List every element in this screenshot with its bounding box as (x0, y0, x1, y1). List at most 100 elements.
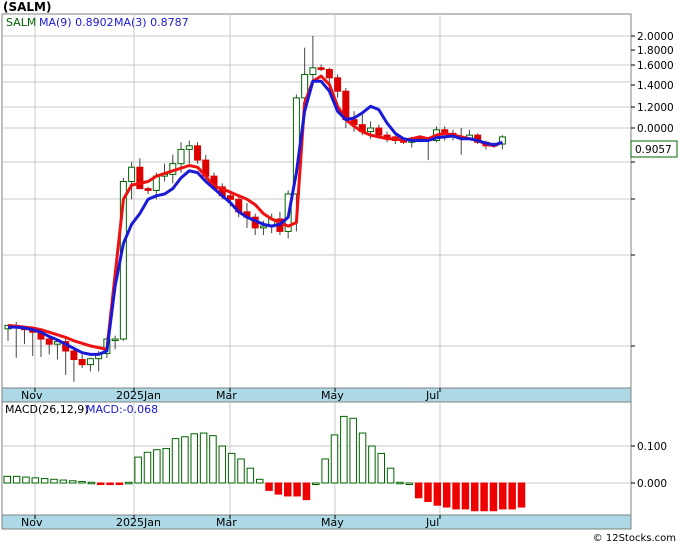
macd-bar-negative (433, 482, 442, 506)
macd-bar-positive (134, 456, 142, 484)
macd-bar-positive (59, 479, 68, 484)
candle-down (45, 338, 53, 345)
macd-bar-positive (209, 435, 217, 484)
macd-bar-positive (312, 482, 320, 485)
macd-bar-negative (414, 482, 423, 499)
macd-bar-positive (31, 477, 40, 484)
macd-bar-positive (22, 476, 30, 484)
candle-up (128, 166, 136, 183)
macd-bar-negative (97, 482, 105, 485)
macd-y-tick-label: 0.100 (637, 441, 667, 453)
macd-bar-positive (162, 448, 170, 484)
macd-y-axis: 0.100 0.000 (631, 441, 667, 490)
macd-bar-negative (499, 482, 507, 510)
macd-bar-negative (452, 482, 460, 510)
legend-macd-value: MACD:-0.068 (86, 403, 158, 416)
macd-x-tick-label: May (321, 516, 344, 529)
legend-symbol: SALM (6, 16, 36, 29)
candle-down (136, 166, 144, 190)
price-panel (1, 13, 632, 389)
macd-bar-positive (143, 451, 152, 484)
macd-bar-positive (386, 467, 395, 484)
price-x-tick-label: 2025Jan (116, 389, 161, 402)
macd-bar-positive (255, 478, 264, 484)
macd-bar-positive (68, 480, 77, 484)
macd-bar-negative (106, 482, 114, 485)
macd-bar-positive (237, 458, 245, 484)
macd-bar-positive (349, 417, 357, 484)
macd-x-tick-label: Jul (425, 516, 439, 529)
macd-bar-positive (87, 481, 96, 485)
macd-bar-negative (489, 482, 498, 512)
price-date-strip (1, 387, 632, 403)
macd-bar-positive (396, 481, 404, 485)
price-y-tick-label: 1.2000 (637, 102, 674, 114)
candle-down (383, 134, 391, 138)
legend-macd-params: MACD(26,12,9) (5, 403, 89, 416)
macd-bar-positive (3, 475, 11, 484)
candle-up (111, 338, 119, 342)
price-y-tick-label: 0.0000 (637, 123, 674, 135)
macd-bar-negative (115, 482, 124, 485)
macd-bar-negative (461, 482, 470, 510)
macd-bar-negative (293, 482, 301, 497)
price-x-tick-label: Jul (425, 389, 439, 402)
macd-bar-negative (284, 482, 292, 497)
macd-y-tick-label: 0.000 (637, 478, 667, 490)
candle-down (144, 188, 152, 191)
legend-ma9: MA(9) 0.8902 (39, 16, 114, 29)
macd-bar-negative (517, 482, 526, 508)
macd-bar-positive (190, 433, 198, 484)
candle-up (177, 148, 185, 165)
macd-bar-negative (424, 482, 432, 502)
price-y-tick-label: 2.0000 (637, 31, 674, 43)
macd-bar-negative (480, 482, 488, 512)
macd-bar-positive (246, 467, 255, 484)
macd-bar-positive (227, 452, 236, 484)
legend-ma3: MA(3) 0.8787 (114, 16, 189, 29)
macd-bar-negative (442, 482, 451, 508)
macd-bar-positive (405, 482, 414, 485)
copyright-notice: © 12Stocks.com (592, 533, 676, 544)
candle-down (334, 77, 342, 92)
macd-bar-negative (508, 482, 516, 510)
candle-down (325, 68, 333, 79)
candle-up (185, 145, 193, 150)
macd-bar-positive (78, 481, 86, 484)
macd-bar-positive (171, 438, 180, 484)
macd-bar-positive (181, 436, 189, 484)
last-price-label: 0.9057 (635, 144, 672, 156)
macd-bar-positive (368, 445, 376, 484)
candle-up (259, 225, 267, 229)
price-x-tick-label: Mar (216, 389, 237, 402)
macd-x-tick-label: Mar (216, 516, 237, 529)
price-y-tick-label: 1.4000 (637, 80, 674, 92)
candle-up (367, 127, 375, 133)
macd-bar-positive (153, 449, 161, 484)
candle-up (309, 67, 317, 75)
macd-bar-negative (302, 482, 311, 501)
macd-date-strip (1, 514, 632, 530)
macd-bar-positive (50, 478, 58, 484)
macd-bar-positive (358, 432, 367, 484)
macd-x-tick-label: 2025Jan (116, 516, 161, 529)
macd-x-tick-label: Nov (21, 516, 43, 529)
macd-bar-positive (377, 452, 385, 484)
macd-bar-positive (12, 475, 21, 484)
price-y-axis: 2.0000 1.8000 1.6000 1.4000 1.2000 0.0000 (631, 31, 674, 347)
candle-up (86, 358, 94, 366)
price-y-tick-label: 1.8000 (637, 45, 674, 57)
macd-bar-positive (218, 445, 227, 484)
macd-bar-negative (471, 482, 479, 512)
macd-bar-positive (125, 481, 133, 485)
macd-bar-negative (265, 482, 273, 491)
macd-panel (1, 401, 632, 516)
price-x-tick-label: May (321, 389, 344, 402)
macd-bar-negative (274, 482, 283, 495)
candle-down (194, 145, 202, 161)
macd-bar-positive (321, 458, 329, 484)
candle-down (317, 67, 325, 70)
macd-bar-positive (199, 432, 208, 484)
macd-bar-positive (340, 415, 348, 484)
price-x-tick-label: Nov (21, 389, 43, 402)
